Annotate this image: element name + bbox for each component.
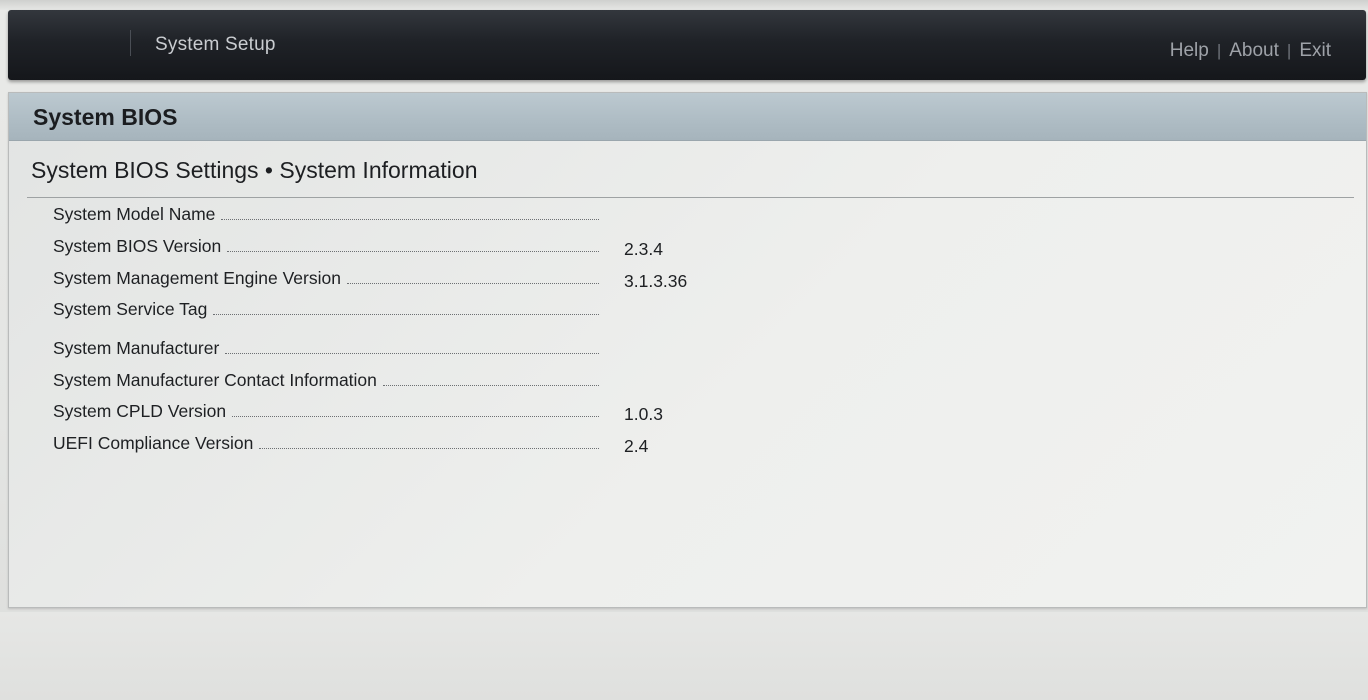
- dotted-leader: [227, 250, 599, 252]
- row-label: System BIOS Version: [53, 236, 222, 256]
- dotted-leader: [382, 384, 599, 386]
- top-nav: Help | About | Exit: [1170, 40, 1331, 62]
- row-label: System Management Engine Version: [53, 268, 341, 288]
- section-divider: [27, 197, 1354, 198]
- panel-title: System BIOS: [33, 104, 178, 130]
- row-value: 2.4: [624, 436, 649, 456]
- exit-link[interactable]: Exit: [1299, 40, 1331, 62]
- dotted-leader: [346, 282, 599, 284]
- logo-divider: [130, 30, 131, 56]
- panel-header: System BIOS: [9, 93, 1366, 141]
- section-title: System BIOS Settings • System Informatio…: [31, 157, 478, 183]
- info-row-bios-version[interactable]: System BIOS Version 2.3.4: [53, 235, 753, 259]
- info-row-cpld-version[interactable]: System CPLD Version 1.0.3: [53, 400, 753, 424]
- bios-screen: System Setup Help | About | Exit System …: [0, 0, 1368, 700]
- row-label: System CPLD Version: [53, 401, 227, 421]
- row-value: 2.3.4: [624, 239, 663, 259]
- info-row-me-version[interactable]: System Management Engine Version 3.1.3.3…: [53, 267, 753, 291]
- row-label: System Manufacturer Contact Information: [53, 370, 377, 390]
- row-label: System Manufacturer: [53, 338, 220, 358]
- row-label: System Model Name: [53, 204, 216, 224]
- dotted-leader: [221, 218, 599, 220]
- info-row-manufacturer-contact[interactable]: System Manufacturer Contact Information: [53, 369, 753, 393]
- row-value: 1.0.3: [624, 404, 663, 424]
- help-link[interactable]: Help: [1170, 40, 1209, 62]
- info-row-manufacturer[interactable]: System Manufacturer: [53, 337, 753, 361]
- dotted-leader: [259, 447, 599, 449]
- nav-separator: |: [1286, 41, 1292, 60]
- top-edge: [0, 0, 1368, 10]
- about-link[interactable]: About: [1229, 40, 1279, 62]
- row-label: UEFI Compliance Version: [53, 433, 254, 453]
- info-row-service-tag[interactable]: System Service Tag: [53, 298, 753, 322]
- nav-separator: |: [1216, 41, 1222, 60]
- info-row-model-name[interactable]: System Model Name: [53, 203, 753, 227]
- top-bar: System Setup Help | About | Exit: [8, 10, 1366, 80]
- app-title: System Setup: [155, 34, 276, 55]
- row-value: 3.1.3.36: [624, 271, 688, 291]
- row-label: System Service Tag: [53, 299, 208, 319]
- dotted-leader: [213, 313, 599, 315]
- dotted-leader: [232, 415, 599, 417]
- monitor-bezel: [0, 612, 1368, 700]
- dotted-leader: [225, 352, 599, 354]
- main-panel: System BIOS System BIOS Settings • Syste…: [8, 92, 1367, 608]
- info-row-uefi-compliance[interactable]: UEFI Compliance Version 2.4: [53, 432, 753, 456]
